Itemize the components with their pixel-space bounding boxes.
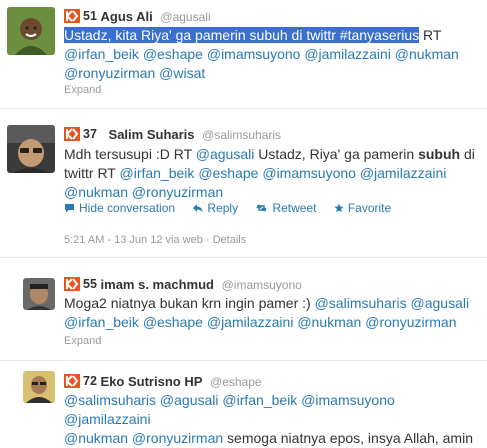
tweet-text-segment: Mdh tersusupi :D RT xyxy=(64,146,196,162)
tweet-text-segment: RT xyxy=(419,27,442,43)
tweet-header: 55 imam s. machmud @imamsuyono xyxy=(64,276,302,293)
mention-link[interactable]: @agusali xyxy=(411,295,470,311)
avatar[interactable] xyxy=(7,125,55,173)
favorite-label: Favorite xyxy=(347,201,392,215)
tweet-text: Ustadz, kita Riya' ga pamerin subuh di t… xyxy=(64,26,484,83)
tweet-header: 37 Salim Suharis @salimsuharis xyxy=(64,126,281,143)
details-link[interactable]: Details xyxy=(213,234,247,246)
tweet-text-segment: Ustadz, Riya' ga pamerin xyxy=(254,146,419,162)
tweet-salimsuharis: 37 Salim Suharis @salimsuharis Mdh tersu… xyxy=(0,109,487,257)
reply-label: Reply xyxy=(207,201,239,215)
mentions-line-3: @nukman @ronyuzirman xyxy=(64,183,485,202)
tweet-meta: 5:21 AM - 13 Jun 12 via web · Details xyxy=(64,234,246,246)
mention-link[interactable]: @nukman xyxy=(395,46,459,62)
mention-link[interactable]: @jamilazzaini xyxy=(360,165,447,181)
mentions-line-2: @irfan_beik @eshape @jamilazzaini @nukma… xyxy=(64,313,485,332)
tweet-text: Mdh tersusupi :D RT @agusali Ustadz, Riy… xyxy=(64,145,485,202)
mention-link[interactable]: @irfan_beik xyxy=(120,165,195,181)
retweet-label: Retweet xyxy=(272,201,317,215)
mention-link[interactable]: @imamsuyono xyxy=(301,392,395,408)
hide-conversation-button[interactable]: Hide conversation xyxy=(64,201,175,215)
retweet-icon xyxy=(256,204,268,212)
avatar[interactable] xyxy=(23,371,55,403)
tweet-text-segment: di xyxy=(460,146,475,162)
mentions-line-1: @salimsuharis @agusali @irfan_beik @imam… xyxy=(64,391,485,429)
avatar[interactable] xyxy=(7,7,55,55)
mentions-line-3: @ronyuzirman @wisat xyxy=(64,64,484,83)
reply-icon xyxy=(193,204,203,213)
mention-link[interactable]: @irfan_beik xyxy=(64,314,139,330)
tweet-eshape: 72 Eko Sutrisno HP @eshape @salimsuharis… xyxy=(0,361,487,446)
timestamp[interactable]: 5:21 AM - 13 Jun 12 via web xyxy=(64,234,203,246)
mentions-line-2: twittr RT @irfan_beik @eshape @imamsuyon… xyxy=(64,164,485,183)
klout-score: 55 xyxy=(64,276,97,292)
klout-score-value: 51 xyxy=(83,9,97,23)
reply-button[interactable]: Reply xyxy=(192,201,238,215)
mention-link[interactable]: @eshape xyxy=(143,314,203,330)
mention-link[interactable]: @jamilazzaini xyxy=(64,411,151,427)
mention-link[interactable]: @salimsuharis xyxy=(64,392,156,408)
user-handle[interactable]: @imamsuyono xyxy=(222,278,302,292)
mention-link[interactable]: @jamilazzaini xyxy=(207,314,294,330)
mention-link[interactable]: @nukman xyxy=(64,184,128,200)
mention-link[interactable]: @nukman xyxy=(64,430,128,446)
mention-link[interactable]: @wisat xyxy=(159,65,205,81)
klout-icon xyxy=(64,374,80,388)
klout-icon xyxy=(64,9,80,23)
tweet-imamsuyono: 55 imam s. machmud @imamsuyono Moga2 nia… xyxy=(0,258,487,360)
hide-conversation-label: Hide conversation xyxy=(79,201,176,215)
tweet-header: 72 Eko Sutrisno HP @eshape xyxy=(64,373,262,390)
user-name[interactable]: Agus Ali xyxy=(101,9,153,24)
tweet-text-segment: twittr RT xyxy=(64,165,120,181)
klout-score-value: 72 xyxy=(83,374,97,388)
mention-link[interactable]: @ronyuzirman xyxy=(365,314,456,330)
mention-link[interactable]: @eshape xyxy=(198,165,258,181)
tweet-actions: Hide conversation Reply Retweet Favorite xyxy=(64,201,405,216)
meta-separator: · xyxy=(205,234,213,246)
user-handle[interactable]: @salimsuharis xyxy=(202,128,281,142)
mention-link[interactable]: @ronyuzirman xyxy=(132,184,223,200)
tweet-text-segment: Moga2 niatnya bukan krn ingin pamer :) xyxy=(64,295,315,311)
tweet-text: Moga2 niatnya bukan krn ingin pamer :) @… xyxy=(64,294,485,332)
mention-link[interactable]: @agusali xyxy=(160,392,219,408)
mention-link[interactable]: @agusali xyxy=(196,146,255,162)
star-icon xyxy=(334,203,344,213)
mention-link[interactable]: @nukman xyxy=(297,314,361,330)
mention-link[interactable]: @irfan_beik xyxy=(222,392,297,408)
tweet-text-segment: semoga niatnya epos, insya Allah, amin xyxy=(223,430,473,446)
speech-bubble-icon xyxy=(65,204,74,213)
mention-link[interactable]: @imamsuyono xyxy=(207,46,301,62)
mention-link[interactable]: @jamilazzaini xyxy=(304,46,391,62)
klout-icon xyxy=(64,277,80,291)
expand-link[interactable]: Expand xyxy=(64,335,101,347)
mention-link[interactable]: @irfan_beik xyxy=(64,46,139,62)
user-name[interactable]: imam s. machmud xyxy=(101,277,214,292)
retweet-button[interactable]: Retweet xyxy=(255,201,316,215)
klout-score-value: 37 xyxy=(83,127,97,141)
tweet-text: @salimsuharis @agusali @irfan_beik @imam… xyxy=(64,391,485,448)
favorite-button[interactable]: Favorite xyxy=(334,201,391,215)
mentions-line-2: @irfan_beik @eshape @imamsuyono @jamilaz… xyxy=(64,45,484,64)
expand-link[interactable]: Expand xyxy=(64,84,101,96)
mention-link[interactable]: @ronyuzirman xyxy=(132,430,223,446)
klout-icon xyxy=(64,127,80,141)
tweet-agusali: 51 Agus Ali @agusali Ustadz, kita Riya' … xyxy=(0,0,487,108)
mention-link[interactable]: @salimsuharis xyxy=(315,295,407,311)
selected-text: Ustadz, kita Riya' ga pamerin subuh di t… xyxy=(64,27,420,43)
klout-score: 72 xyxy=(64,373,97,389)
mention-link[interactable]: @ronyuzirman xyxy=(64,65,155,81)
klout-score-value: 55 xyxy=(83,277,97,291)
user-name[interactable]: Salim Suharis xyxy=(109,127,195,142)
mention-link[interactable]: @imamsuyono xyxy=(262,165,356,181)
klout-score: 51 xyxy=(64,8,97,24)
klout-score: 37 xyxy=(64,126,97,142)
mentions-line-2: @nukman @ronyuzirman semoga niatnya epos… xyxy=(64,429,485,448)
user-name[interactable]: Eko Sutrisno HP xyxy=(101,374,203,389)
user-handle[interactable]: @eshape xyxy=(210,375,262,389)
bold-text: subuh xyxy=(418,146,461,162)
mention-link[interactable]: @eshape xyxy=(143,46,203,62)
tweet-header: 51 Agus Ali @agusali xyxy=(64,8,211,25)
user-handle[interactable]: @agusali xyxy=(160,10,210,24)
avatar[interactable] xyxy=(23,278,55,310)
